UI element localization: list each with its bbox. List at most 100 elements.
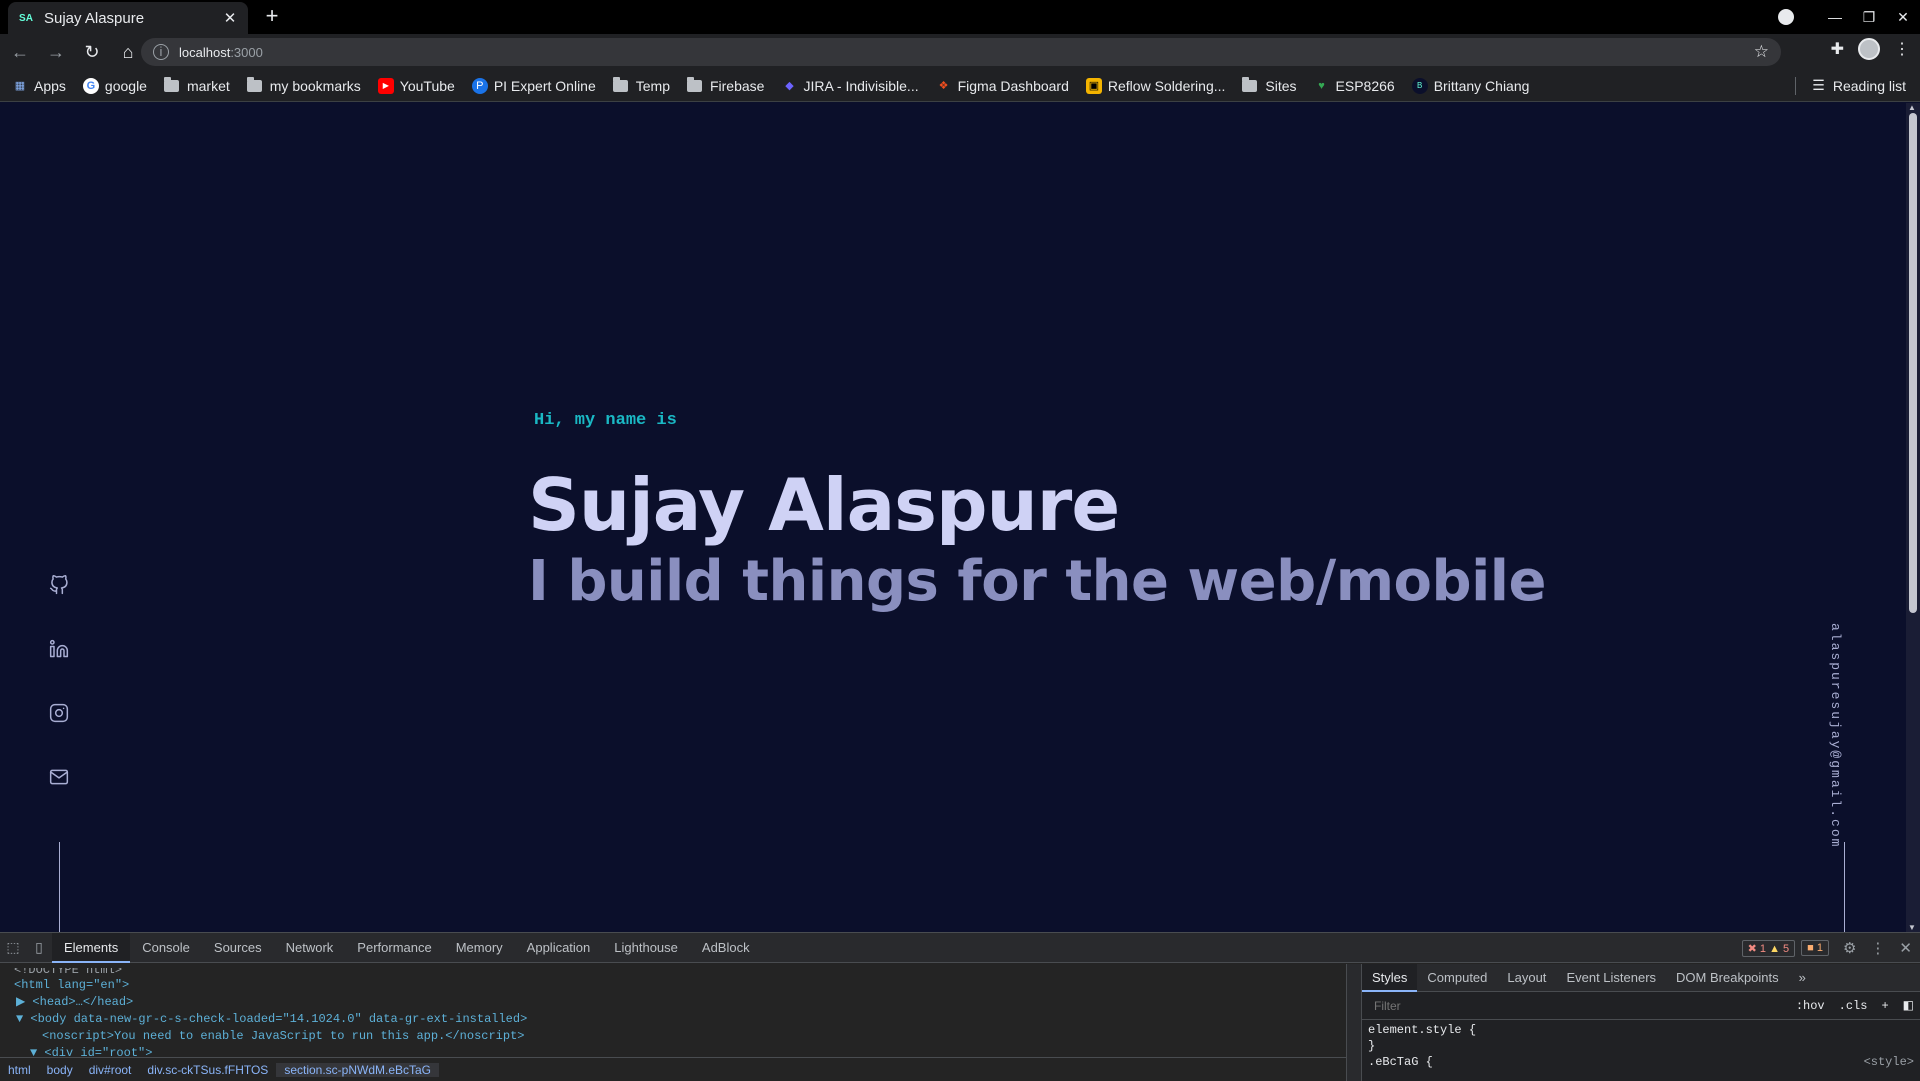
tab-lighthouse[interactable]: Lighthouse: [602, 933, 690, 963]
bookmark-brittany[interactable]: B Brittany Chiang: [1411, 77, 1530, 94]
scroll-up-icon[interactable]: ▲: [1908, 103, 1916, 112]
email-link[interactable]: alaspuresujay@gmail.com: [1828, 623, 1843, 848]
devtools-menu-icon[interactable]: ⋮: [1870, 939, 1885, 957]
minimize-icon[interactable]: —: [1818, 9, 1852, 25]
back-icon[interactable]: ←: [4, 38, 36, 66]
bookmark-label: Firebase: [709, 77, 765, 94]
browser-tab[interactable]: SA Sujay Alaspure ✕: [8, 2, 248, 34]
tab-adblock[interactable]: AdBlock: [690, 933, 762, 963]
profile-avatar[interactable]: [1858, 38, 1880, 60]
tab-performance[interactable]: Performance: [345, 933, 443, 963]
tab-event-listeners[interactable]: Event Listeners: [1556, 964, 1666, 992]
bookmark-reflow[interactable]: ▣ Reflow Soldering...: [1085, 77, 1226, 94]
hover-state-toggle[interactable]: :hov: [1796, 999, 1825, 1013]
bookmarks-bar: ▦ Apps Ggoogle market my bookmarks ▶ YouTu…: [0, 70, 1920, 102]
scrollbar-thumb[interactable]: [1909, 113, 1917, 613]
page-viewport: Hi, my name is Sujay Alaspure I build th…: [0, 103, 1906, 932]
issues-badge[interactable]: ■ 1: [1801, 940, 1829, 956]
reload-icon[interactable]: ↻: [76, 38, 108, 66]
toolbar-actions: ✚ ⋮: [1831, 38, 1910, 60]
style-rule[interactable]: element.style { } .eBcTaG {<style>: [1362, 1020, 1920, 1072]
close-devtools-icon[interactable]: ✕: [1899, 939, 1912, 957]
bookmark-my-bookmarks[interactable]: my bookmarks: [246, 76, 361, 94]
dom-line[interactable]: <html lang="en">: [0, 977, 1346, 994]
panel-splitter[interactable]: [1346, 964, 1362, 1081]
bookmark-jira[interactable]: ◆ JIRA - Indivisible...: [781, 78, 918, 94]
bookmark-sites[interactable]: Sites: [1242, 76, 1297, 94]
reading-list-button[interactable]: ☰ Reading list: [1795, 76, 1906, 95]
devtools-tabbar: ⬚ ▯ Elements Console Sources Network Per…: [0, 932, 1920, 963]
bookmark-firebase[interactable]: Firebase: [686, 76, 765, 94]
bookmark-apps[interactable]: ▦ Apps: [12, 78, 66, 94]
tab-console[interactable]: Console: [130, 933, 202, 963]
instagram-icon[interactable]: [48, 701, 70, 725]
tab-sources[interactable]: Sources: [202, 933, 274, 963]
bookmark-temp[interactable]: Temp: [612, 76, 670, 94]
breadcrumb-item[interactable]: html: [0, 1063, 39, 1077]
bookmark-market[interactable]: market: [163, 76, 230, 94]
error-count-badge[interactable]: ✖ 1 ▲ 5: [1741, 939, 1796, 957]
styles-filter-input[interactable]: [1368, 995, 1782, 1016]
inspect-element-icon[interactable]: ⬚: [0, 939, 26, 956]
dom-line[interactable]: ▶ <head>…</head>: [0, 994, 1346, 1011]
toggle-sidebar-icon[interactable]: ◧: [1903, 998, 1914, 1013]
close-tab-icon[interactable]: ✕: [222, 9, 238, 27]
site-info-icon[interactable]: i: [153, 44, 169, 60]
window-controls: — ❐ ✕: [1778, 0, 1920, 34]
device-toolbar-icon[interactable]: ▯: [26, 939, 52, 956]
warning-count: 5: [1783, 942, 1790, 955]
browser-menu-icon[interactable]: ⋮: [1894, 39, 1910, 59]
bookmark-pi-expert[interactable]: P PI Expert Online: [471, 77, 596, 94]
linkedin-icon[interactable]: [48, 637, 70, 661]
social-links: [48, 573, 70, 789]
bookmark-youtube[interactable]: ▶ YouTube: [377, 77, 455, 94]
tab-dom-breakpoints[interactable]: DOM Breakpoints: [1666, 964, 1789, 992]
scroll-down-icon[interactable]: ▼: [1908, 923, 1916, 932]
class-toggle[interactable]: .cls: [1839, 999, 1868, 1013]
tab-search-icon[interactable]: [1778, 9, 1794, 25]
rule-source-link[interactable]: <style>: [1864, 1054, 1914, 1070]
settings-gear-icon[interactable]: ⚙: [1843, 939, 1856, 957]
forward-icon[interactable]: →: [40, 38, 72, 66]
devtools-status: ✖ 1 ▲ 5 ■ 1 ⚙ ⋮ ✕: [1741, 939, 1912, 957]
tab-layout[interactable]: Layout: [1497, 964, 1556, 992]
breadcrumb-item[interactable]: body: [39, 1063, 81, 1077]
page-scrollbar[interactable]: ▲ ▼: [1906, 103, 1920, 932]
folder-icon: [246, 76, 262, 92]
bookmark-esp8266[interactable]: ♥ ESP8266: [1314, 78, 1394, 94]
address-bar[interactable]: i localhost:3000 ☆: [141, 38, 1781, 66]
breadcrumb-item[interactable]: div.sc-ckTSus.fFHTOS: [139, 1063, 276, 1077]
tab-application[interactable]: Application: [515, 933, 603, 963]
bookmark-label: Figma Dashboard: [957, 77, 1069, 94]
bookmark-google[interactable]: Ggoogle: [82, 77, 147, 94]
home-icon[interactable]: ⌂: [112, 38, 144, 66]
dom-line[interactable]: <!DOCTYPE html>: [0, 968, 1346, 977]
dom-line[interactable]: ▼ <body data-new-gr-c-s-check-loaded="14…: [0, 1011, 1346, 1028]
email-divider-line: [1844, 842, 1845, 932]
mail-icon[interactable]: [48, 765, 70, 789]
divider: [1795, 76, 1797, 95]
tab-styles[interactable]: Styles: [1362, 963, 1418, 992]
tab-elements[interactable]: Elements: [52, 932, 131, 963]
close-window-icon[interactable]: ✕: [1886, 9, 1920, 26]
bookmark-label: Reflow Soldering...: [1107, 77, 1226, 94]
new-rule-icon[interactable]: +: [1881, 999, 1888, 1013]
tab-memory[interactable]: Memory: [444, 933, 515, 963]
new-tab-button[interactable]: +: [260, 4, 284, 28]
dom-tree[interactable]: <!DOCTYPE html> <html lang="en"> ▶ <head…: [0, 964, 1346, 1060]
restore-icon[interactable]: ❐: [1852, 9, 1886, 26]
tab-computed[interactable]: Computed: [1417, 964, 1497, 992]
breadcrumb-item-selected[interactable]: section.sc-pNWdM.eBcTaG: [276, 1062, 440, 1077]
breadcrumb-item[interactable]: div#root: [81, 1063, 140, 1077]
hero-tagline: I build things for the web/mobile: [528, 549, 1546, 614]
tab-network[interactable]: Network: [274, 933, 346, 963]
extensions-icon[interactable]: ✚: [1831, 39, 1844, 59]
url-text: localhost:3000: [179, 45, 263, 60]
bookmark-figma[interactable]: ❖ Figma Dashboard: [936, 78, 1069, 94]
bookmark-label: Brittany Chiang: [1433, 77, 1530, 94]
github-icon[interactable]: [48, 573, 70, 597]
bookmark-label: Temp: [635, 77, 670, 94]
more-tabs-icon[interactable]: »: [1789, 964, 1816, 992]
bookmark-star-icon[interactable]: ☆: [1754, 42, 1769, 62]
dom-line[interactable]: <noscript>You need to enable JavaScript …: [0, 1028, 1346, 1045]
